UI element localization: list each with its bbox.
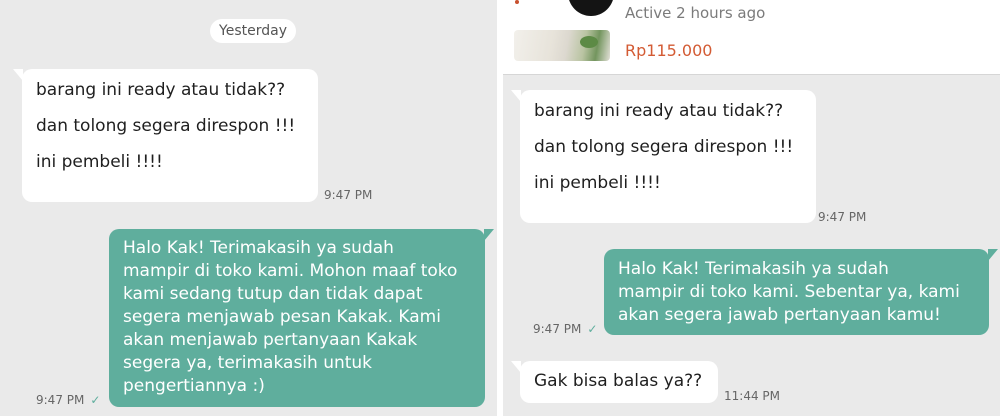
message-meta: 9:47 PM ✓ xyxy=(533,322,597,336)
active-status: Active 2 hours ago xyxy=(625,4,766,22)
double-check-icon: ✓ xyxy=(90,393,101,407)
incoming-message[interactable]: Gak bisa balas ya?? xyxy=(511,361,718,403)
chat-panel-right: Active 2 hours ago Rp115.000 barang ini … xyxy=(503,0,1000,416)
message-line: ini pembeli !!!! xyxy=(534,173,661,193)
message-line: barang ini ready atau tidak?? xyxy=(534,101,784,121)
outgoing-message[interactable]: Halo Kak! Terimakasih ya sudah mampir di… xyxy=(604,249,998,335)
seller-avatar[interactable] xyxy=(568,0,614,16)
message-text: Halo Kak! Terimakasih ya sudah mampir di… xyxy=(123,238,458,396)
incoming-message[interactable]: barang ini ready atau tidak?? dan tolong… xyxy=(13,69,318,202)
message-line: dan tolong segera direspon !!! xyxy=(36,116,296,136)
message-text: Halo Kak! Terimakasih ya sudah mampir di… xyxy=(618,259,960,325)
message-line: ini pembeli !!!! xyxy=(36,152,163,172)
message-meta: 9:47 PM ✓ xyxy=(36,393,100,407)
chat-panel-left: Yesterday barang ini ready atau tidak?? … xyxy=(0,0,497,416)
message-time: 9:47 PM xyxy=(324,188,373,202)
message-time: 11:44 PM xyxy=(724,389,780,403)
message-text: Gak bisa balas ya?? xyxy=(534,371,703,391)
double-check-icon: ✓ xyxy=(587,322,598,336)
outgoing-message[interactable]: Halo Kak! Terimakasih ya sudah mampir di… xyxy=(109,229,494,407)
message-line: barang ini ready atau tidak?? xyxy=(36,80,286,100)
message-time: 9:47 PM xyxy=(36,393,85,407)
notification-dot xyxy=(515,0,519,4)
product-header[interactable]: Active 2 hours ago Rp115.000 xyxy=(503,0,1000,75)
message-line: dan tolong segera direspon !!! xyxy=(534,137,794,157)
incoming-message[interactable]: barang ini ready atau tidak?? dan tolong… xyxy=(511,90,816,223)
message-time: 9:47 PM xyxy=(533,322,582,336)
date-separator: Yesterday xyxy=(210,19,296,43)
message-time: 9:47 PM xyxy=(818,210,867,224)
product-price: Rp115.000 xyxy=(625,41,713,60)
product-thumbnail[interactable] xyxy=(514,30,610,61)
